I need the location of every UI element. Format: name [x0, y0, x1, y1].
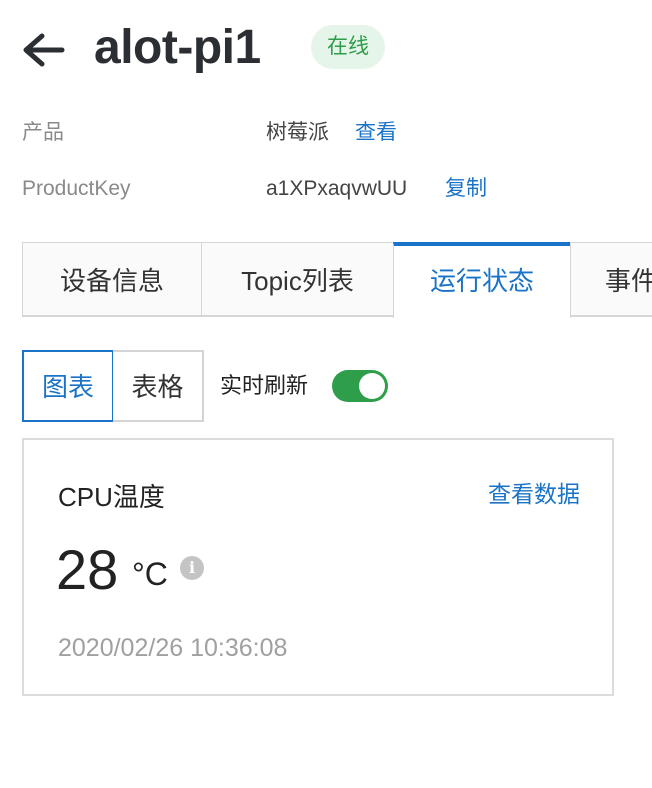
table-view-button[interactable]: 表格: [113, 350, 204, 422]
metric-value: 28: [56, 538, 119, 601]
productkey-value: a1XPxaqvwUU: [266, 177, 408, 200]
view-product-link[interactable]: 查看: [355, 118, 397, 148]
status-badge: 在线: [311, 25, 385, 69]
product-row: 产品 树莓派 查看: [22, 118, 652, 148]
tab-events[interactable]: 事件: [570, 242, 652, 316]
tab-topic-list[interactable]: Topic列表: [201, 242, 394, 316]
view-data-link[interactable]: 查看数据: [488, 478, 580, 510]
toggle-knob: [359, 373, 385, 399]
back-button[interactable]: [20, 30, 66, 70]
realtime-refresh-toggle[interactable]: [332, 370, 388, 402]
productkey-label: ProductKey: [22, 177, 131, 200]
card-title: CPU温度: [58, 482, 165, 512]
tab-device-info[interactable]: 设备信息: [22, 242, 202, 316]
cpu-temperature-card: CPU温度 查看数据 28 °C i 2020/02/26 10:36:08: [22, 438, 614, 696]
copy-productkey-link[interactable]: 复制: [445, 174, 487, 204]
page-header: alot-pi1 在线: [0, 0, 652, 100]
realtime-refresh-label: 实时刷新: [220, 373, 309, 398]
productkey-row: ProductKey a1XPxaqvwUU 复制: [22, 174, 652, 204]
device-title: alot-pi1: [94, 21, 261, 74]
info-icon[interactable]: i: [180, 556, 204, 580]
product-value: 树莓派: [266, 121, 329, 144]
tab-bar: 设备信息 Topic列表 运行状态 事件: [22, 242, 652, 318]
metric-timestamp: 2020/02/26 10:36:08: [58, 634, 288, 662]
tab-runtime-status[interactable]: 运行状态: [393, 242, 571, 318]
arrow-left-icon: [23, 33, 65, 67]
product-label: 产品: [22, 121, 64, 144]
metric-unit: °C: [132, 556, 168, 592]
chart-view-button[interactable]: 图表: [22, 350, 114, 422]
